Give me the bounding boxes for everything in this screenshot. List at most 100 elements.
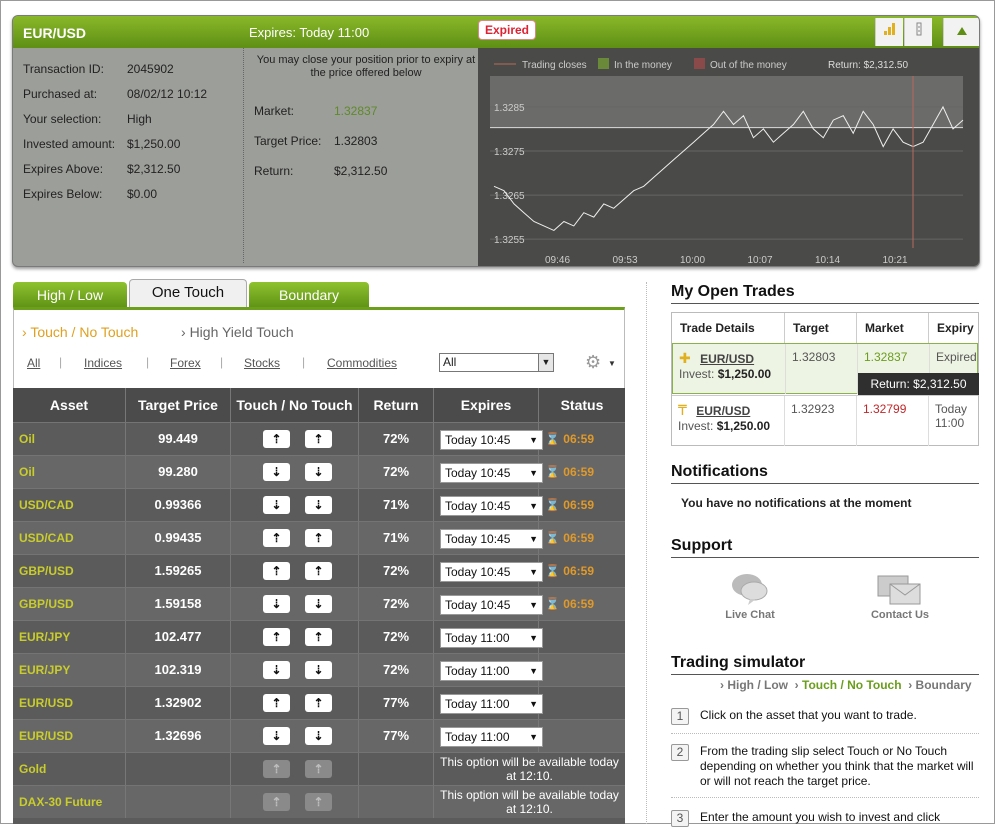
expiry-select[interactable]: Today 10:45 ▼ <box>440 529 543 549</box>
expiry-value: Today 10:45 <box>445 499 511 513</box>
tab-one-touch[interactable]: One Touch <box>129 279 247 308</box>
in-money-zone <box>490 76 963 128</box>
table-row[interactable]: Oil 99.280 ⇣ ⇣ 72% Today 10:45 ▼ ⌛ 06:59 <box>13 455 625 488</box>
expiry-cell: Today 10:45 ▼ <box>434 489 543 521</box>
expiry-select[interactable]: Today 11:00 ▼ <box>440 628 543 648</box>
filter-indices[interactable]: Indices <box>84 356 122 370</box>
no-touch-up-icon[interactable]: ⇡ <box>305 430 332 448</box>
filter-forex[interactable]: Forex <box>170 356 201 370</box>
asset-filter-select[interactable]: All ▼ <box>439 353 554 372</box>
touch-up-icon[interactable]: ⇡ <box>263 694 290 712</box>
table-row[interactable]: Gold ⇡ ⇡ This option will be available toda… <box>13 752 625 785</box>
position-pair: EUR/USD <box>23 25 87 41</box>
table-row[interactable]: EUR/JPY 102.319 ⇣ ⇣ 72% Today 11:00 ▼ <box>13 653 625 686</box>
step-number: 3 <box>671 810 689 827</box>
expiry-select[interactable]: Today 10:45 ▼ <box>440 562 543 582</box>
table-row[interactable]: EUR/JPY 102.477 ⇡ ⇡ 72% Today 11:00 ▼ <box>13 620 625 653</box>
table-row[interactable]: GBP/USD 1.59158 ⇣ ⇣ 72% Today 10:45 ▼ ⌛ 06:59 <box>13 587 625 620</box>
chart-view-icon[interactable] <box>875 18 903 46</box>
asset-name[interactable]: EUR/USD <box>13 687 126 719</box>
expiry-select[interactable]: Today 10:45 ▼ <box>440 595 543 615</box>
status-time: 06:59 <box>563 432 594 446</box>
contact-us-button[interactable]: Contact Us <box>865 574 935 621</box>
column-header: Target <box>785 313 857 343</box>
asset-name[interactable]: EUR/USD <box>13 720 126 752</box>
asset-name[interactable]: Oil <box>13 423 126 455</box>
asset-name[interactable]: EUR/JPY <box>13 621 126 653</box>
open-trade-row[interactable]: ✚ EUR/USD Invest: $1,250.00 1.32803 1.32… <box>672 343 979 395</box>
market-value: 1.32837 <box>334 104 378 118</box>
table-row[interactable]: USD/CAD 0.99366 ⇣ ⇣ 71% Today 10:45 ▼ ⌛ 06:59 <box>13 488 625 521</box>
gear-icon[interactable]: ⚙ <box>585 352 601 373</box>
expiry-select[interactable]: Today 11:00 ▼ <box>440 727 543 747</box>
details-view-icon[interactable] <box>904 18 932 46</box>
return-value: 77% <box>359 687 434 719</box>
table-row[interactable]: EUR/USD 1.32696 ⇣ ⇣ 77% Today 11:00 ▼ <box>13 719 625 752</box>
subtab-high-yield[interactable]: › High Yield Touch <box>181 324 294 340</box>
availability-note: This option will be available today at 1… <box>440 755 619 783</box>
live-chat-button[interactable]: Live Chat <box>715 572 785 621</box>
touch-up-icon[interactable]: ⇡ <box>263 529 290 547</box>
touch-down-icon[interactable]: ⇣ <box>263 595 290 613</box>
no-touch-down-icon[interactable]: ⇣ <box>305 595 332 613</box>
sim-link-touch[interactable]: Touch / No Touch <box>802 678 902 692</box>
expiry-select[interactable]: Today 11:00 ▼ <box>440 661 543 681</box>
sim-link-boundary[interactable]: Boundary <box>916 678 972 692</box>
no-touch-up-icon[interactable]: ⇡ <box>305 529 332 547</box>
expiry-select[interactable]: Today 10:45 ▼ <box>440 496 543 516</box>
expiry-value: Today 10:45 <box>445 466 511 480</box>
touch-up-icon[interactable]: ⇡ <box>263 562 290 580</box>
expiry-select[interactable]: Today 10:45 ▼ <box>440 463 543 483</box>
open-trades-table: Trade Details Target Market Expiry ✚ EUR… <box>671 312 979 446</box>
table-row[interactable]: Oil 99.449 ⇡ ⇡ 72% Today 10:45 ▼ ⌛ 06:59 <box>13 422 625 455</box>
column-header: Market <box>857 313 929 343</box>
sim-link-high-low[interactable]: High / Low <box>727 678 788 692</box>
asset-name[interactable]: USD/CAD <box>13 522 126 554</box>
asset-name[interactable]: USD/CAD <box>13 489 126 521</box>
filter-stocks[interactable]: Stocks <box>244 356 280 370</box>
filter-commodities[interactable]: Commodities <box>327 356 397 370</box>
no-touch-down-icon[interactable]: ⇣ <box>305 496 332 514</box>
trade-asset[interactable]: EUR/USD <box>700 352 754 366</box>
chevron-down-icon[interactable]: ▼ <box>608 359 616 368</box>
step-number: 1 <box>671 708 689 725</box>
no-touch-down-icon[interactable]: ⇣ <box>305 661 332 679</box>
legend-label: Out of the money <box>710 60 787 71</box>
no-touch-down-icon[interactable]: ⇣ <box>305 463 332 481</box>
table-row[interactable]: DAX-30 Future ⇡ ⇡ This option will be avail… <box>13 785 625 818</box>
open-trade-row[interactable]: ₸ EUR/USD Invest: $1,250.00 1.32923 1.32… <box>672 395 978 446</box>
no-touch-up-icon[interactable]: ⇡ <box>305 628 332 646</box>
filter-all[interactable]: All <box>27 356 40 370</box>
tab-boundary[interactable]: Boundary <box>249 282 369 308</box>
touch-up-icon[interactable]: ⇡ <box>263 628 290 646</box>
asset-name[interactable]: Gold <box>13 753 126 785</box>
asset-name[interactable]: Oil <box>13 456 126 488</box>
table-row[interactable]: GBP/USD 1.59265 ⇡ ⇡ 72% Today 10:45 ▼ ⌛ 06:59 <box>13 554 625 587</box>
no-touch-up-icon[interactable]: ⇡ <box>305 562 332 580</box>
detail-row: Expires Above: $2,312.50 <box>23 162 243 187</box>
legend-label: In the money <box>614 60 672 71</box>
touch-down-icon[interactable]: ⇣ <box>263 661 290 679</box>
tab-high-low[interactable]: High / Low <box>13 282 127 308</box>
no-touch-down-icon[interactable]: ⇣ <box>305 727 332 745</box>
collapse-icon[interactable] <box>943 18 979 46</box>
touch-down-icon[interactable]: ⇣ <box>263 727 290 745</box>
expiry-value: Today 10:45 <box>445 433 511 447</box>
status-badge: Expired <box>478 20 537 40</box>
expiry-select[interactable]: Today 10:45 ▼ <box>440 430 543 450</box>
table-row[interactable]: USD/CAD 0.99435 ⇡ ⇡ 71% Today 10:45 ▼ ⌛ 06:59 <box>13 521 625 554</box>
expiry-cell: Today 10:45 ▼ <box>434 522 543 554</box>
touch-down-icon[interactable]: ⇣ <box>263 463 290 481</box>
asset-name[interactable]: GBP/USD <box>13 588 126 620</box>
trade-asset[interactable]: EUR/USD <box>696 404 750 418</box>
asset-name[interactable]: DAX-30 Future <box>13 786 126 818</box>
touch-up-icon[interactable]: ⇡ <box>263 430 290 448</box>
touch-down-icon[interactable]: ⇣ <box>263 496 290 514</box>
asset-name[interactable]: EUR/JPY <box>13 654 126 686</box>
expiry-select[interactable]: Today 11:00 ▼ <box>440 694 543 714</box>
no-touch-up-icon: ⇡ <box>305 793 332 811</box>
subtab-touch-no-touch[interactable]: › Touch / No Touch <box>22 324 138 340</box>
no-touch-up-icon[interactable]: ⇡ <box>305 694 332 712</box>
asset-name[interactable]: GBP/USD <box>13 555 126 587</box>
table-row[interactable]: EUR/USD 1.32902 ⇡ ⇡ 77% Today 11:00 ▼ <box>13 686 625 719</box>
